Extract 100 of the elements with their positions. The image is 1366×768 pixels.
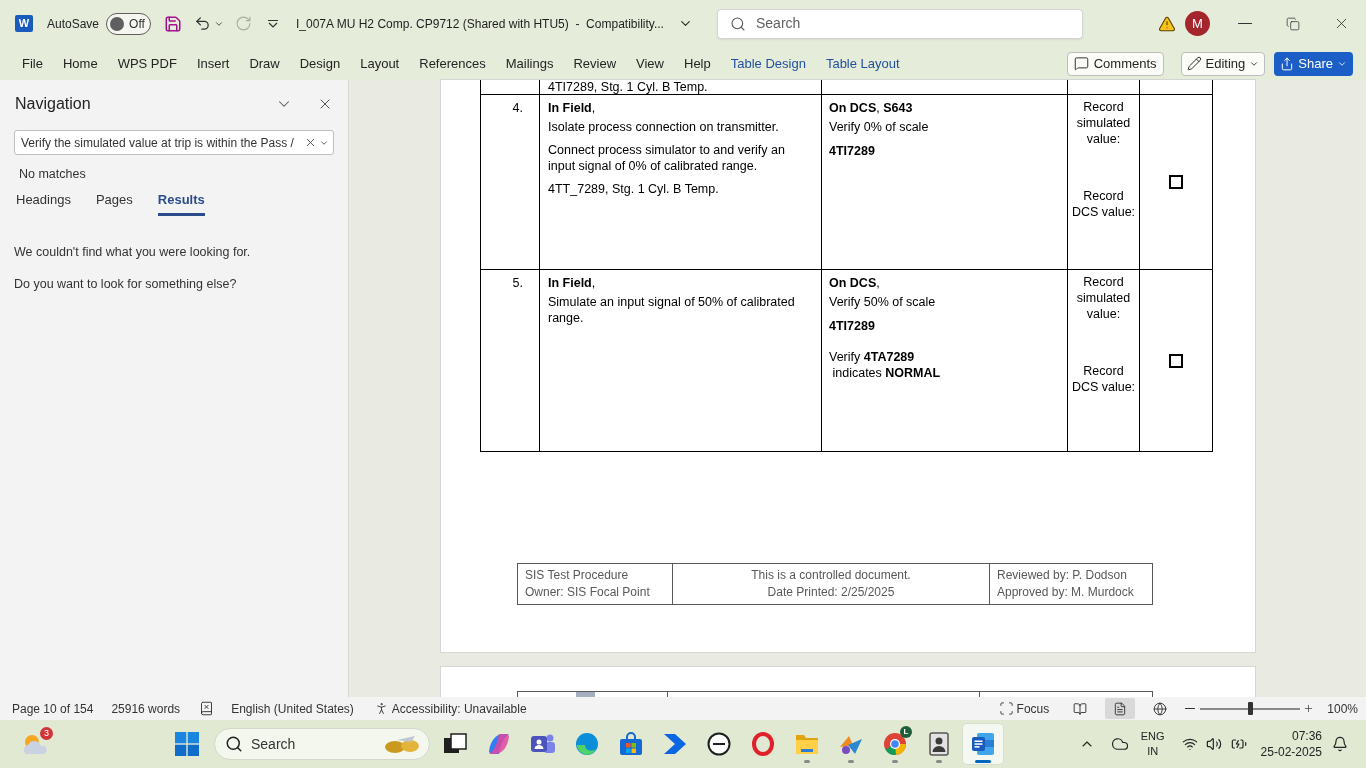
step-number: 5. — [512, 275, 523, 291]
footer-text: Approved by: M. Murdock — [997, 584, 1135, 601]
autosave-toggle[interactable]: Off — [106, 12, 152, 35]
swirl-icon — [487, 732, 511, 756]
focus-label[interactable]: Focus — [1016, 699, 1050, 718]
wave-circle-icon — [575, 732, 599, 756]
step-number: 4. — [512, 100, 523, 116]
tag-number: 4TI7289 — [829, 143, 876, 159]
taskbar-button[interactable]: L — [875, 724, 915, 764]
zoom-slider[interactable] — [1200, 702, 1301, 715]
ribbon-tab[interactable]: Table Layout — [815, 53, 910, 74]
search-message: Do you want to look for something else? — [14, 276, 237, 292]
minus-icon[interactable] — [1185, 707, 1196, 710]
page-icon — [1113, 701, 1128, 716]
accessibility-label[interactable]: Accessibility: Unavailable — [391, 699, 527, 718]
record-label: Record DCS value: — [1070, 188, 1137, 220]
ribbon-tab[interactable]: Design — [289, 53, 351, 74]
notification-badge: 3 — [40, 727, 53, 740]
cloud-icon[interactable] — [1110, 735, 1129, 753]
zoom-percentage[interactable]: 100% — [1327, 699, 1358, 718]
ribbon-tab[interactable]: Home — [52, 53, 108, 74]
pane-tab[interactable]: Headings — [16, 192, 71, 216]
clear-icon[interactable] — [304, 136, 317, 149]
ribbon-tab[interactable]: Layout — [350, 53, 410, 74]
people-tile-icon — [531, 732, 555, 756]
autosave-label: AutoSave — [47, 15, 100, 33]
folder-icon — [795, 732, 819, 756]
ribbon-tab[interactable]: Help — [674, 53, 721, 74]
undo-icon[interactable] — [194, 15, 212, 32]
wifi-icon[interactable] — [1181, 736, 1198, 752]
footer-text: SIS Test Procedure — [525, 567, 630, 584]
focus-frame-icon — [998, 701, 1014, 716]
bell-icon[interactable] — [1332, 736, 1348, 752]
pane-tab[interactable]: Results — [157, 192, 205, 216]
footer-text: Reviewed by: P. Dodson — [997, 567, 1128, 584]
footer-text: Date Printed: 2/25/2025 — [767, 584, 895, 601]
instruction-text: Verify 4TA7289 indicates NORMAL — [829, 349, 942, 381]
input-language-button[interactable]: ENG IN — [1140, 729, 1165, 759]
zoom-slider-thumb[interactable] — [1247, 702, 1253, 715]
taskbar-button[interactable] — [963, 724, 1003, 764]
ribbon-tab[interactable]: WPS PDF — [107, 53, 187, 74]
share-button[interactable]: Share — [1274, 51, 1353, 76]
app-logo: W — [15, 15, 33, 32]
instruction-text: Verify 50% of scale — [829, 294, 937, 310]
ribbon-tab[interactable]: Review — [563, 53, 627, 74]
instruction-text: In Field, — [548, 275, 597, 291]
ring-with-bar-icon — [707, 732, 731, 756]
book-x-icon[interactable] — [199, 701, 215, 716]
volume-icon[interactable] — [1205, 736, 1222, 752]
start-icon[interactable] — [175, 732, 199, 756]
instruction-text: Verify 0% of scale — [829, 119, 930, 135]
instruction-text: In Field, — [548, 100, 597, 116]
pencil-icon — [1186, 56, 1202, 71]
search-field[interactable]: Search — [717, 8, 1083, 39]
instruction-text: Isolate process connection on transmitter. — [548, 119, 780, 135]
warning-icon[interactable] — [1158, 14, 1176, 33]
instruction-text: On DCS, — [829, 275, 881, 291]
avatar[interactable]: M — [1185, 11, 1210, 36]
print-layout-button[interactable] — [1105, 698, 1136, 719]
instruction-text: 4TI7289, Stg. 1 Cyl. B Temp. — [548, 80, 709, 94]
ribbon-tab[interactable]: Table Design — [720, 53, 816, 74]
footer-text: Owner: SIS Focal Point — [525, 584, 651, 601]
id-card-icon — [927, 732, 951, 756]
customize-icon[interactable] — [268, 19, 279, 28]
profile-badge: L — [900, 726, 912, 738]
page-count[interactable]: Page 10 of 154 — [12, 699, 94, 718]
record-label: Record simulated value: — [1075, 99, 1132, 147]
comments-button[interactable]: Comments — [1066, 51, 1164, 76]
taskbar-search[interactable]: Search — [214, 728, 430, 760]
footer-text: This is a controlled document. — [751, 567, 911, 584]
search-message: We couldn't find what you were looking for. — [14, 244, 251, 260]
checkbox[interactable] — [1169, 353, 1183, 368]
search-field[interactable]: Verify the simulated value at trip is within the Pass / — [14, 130, 334, 155]
ribbon-tab[interactable]: Mailings — [495, 53, 564, 74]
tag-number: 4TI7289 — [829, 318, 876, 334]
language-label[interactable]: English (United States) — [231, 699, 354, 718]
toggle-knob-icon — [110, 16, 125, 31]
battery-icon[interactable] — [1230, 736, 1247, 752]
word-count[interactable]: 25916 words — [111, 699, 181, 718]
checkbox[interactable] — [1169, 175, 1183, 189]
instruction-text: Connect process simulator to and verify an input signal of 0% of calibrated range. — [548, 142, 786, 174]
search-status: No matches — [19, 166, 86, 182]
ribbon-tab[interactable]: File — [12, 53, 53, 74]
pane-title: Navigation — [15, 94, 91, 114]
weather-icon[interactable] — [21, 732, 49, 756]
editing-button[interactable]: Editing — [1180, 51, 1266, 76]
restore-icon — [1286, 16, 1300, 31]
plus-icon[interactable] — [1303, 703, 1315, 714]
search-icon — [225, 735, 243, 753]
ribbon-tab[interactable]: Draw — [239, 53, 290, 74]
image-placeholder — [576, 692, 595, 697]
ribbon-tab[interactable]: View — [626, 53, 674, 74]
pane-tab[interactable]: Pages — [95, 192, 133, 216]
instruction-text: Simulate an input signal of 50% of calibrated range. — [548, 294, 796, 326]
save-icon[interactable] — [164, 14, 183, 33]
minus-icon — [1238, 22, 1252, 25]
task-view-icon — [443, 732, 467, 756]
ribbon-tab[interactable]: Insert — [186, 53, 240, 74]
ribbon-tab[interactable]: References — [409, 53, 496, 74]
clock-button[interactable]: 07:36 25-02-2025 — [1260, 728, 1322, 760]
